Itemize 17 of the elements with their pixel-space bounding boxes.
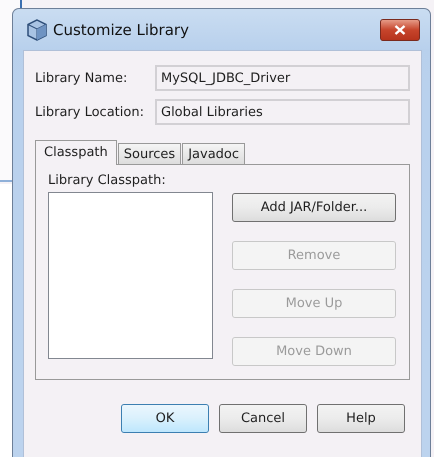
classpath-list[interactable] [48, 192, 213, 359]
list-label: Library Classpath: [48, 173, 167, 188]
tab[interactable]: Classpath [35, 140, 117, 165]
action-button[interactable]: Add JAR/Folder... [232, 193, 396, 222]
tab[interactable]: Sources [118, 143, 182, 164]
tab[interactable]: Javadoc [182, 143, 246, 164]
input-field[interactable]: MySQL_JDBC_Driver [155, 65, 410, 91]
dialog-button[interactable]: Cancel [219, 404, 307, 433]
field-label: Library Name: [35, 70, 128, 86]
cube-icon [27, 18, 47, 40]
dialog-button[interactable]: OK [121, 404, 209, 433]
field-label: Library Location: [35, 104, 145, 120]
close-icon [394, 24, 406, 34]
dialog-button[interactable]: Help [317, 404, 405, 433]
window-title: Customize Library [53, 20, 190, 38]
close-button[interactable] [380, 18, 420, 40]
input-field[interactable]: Global Libraries [155, 99, 410, 125]
